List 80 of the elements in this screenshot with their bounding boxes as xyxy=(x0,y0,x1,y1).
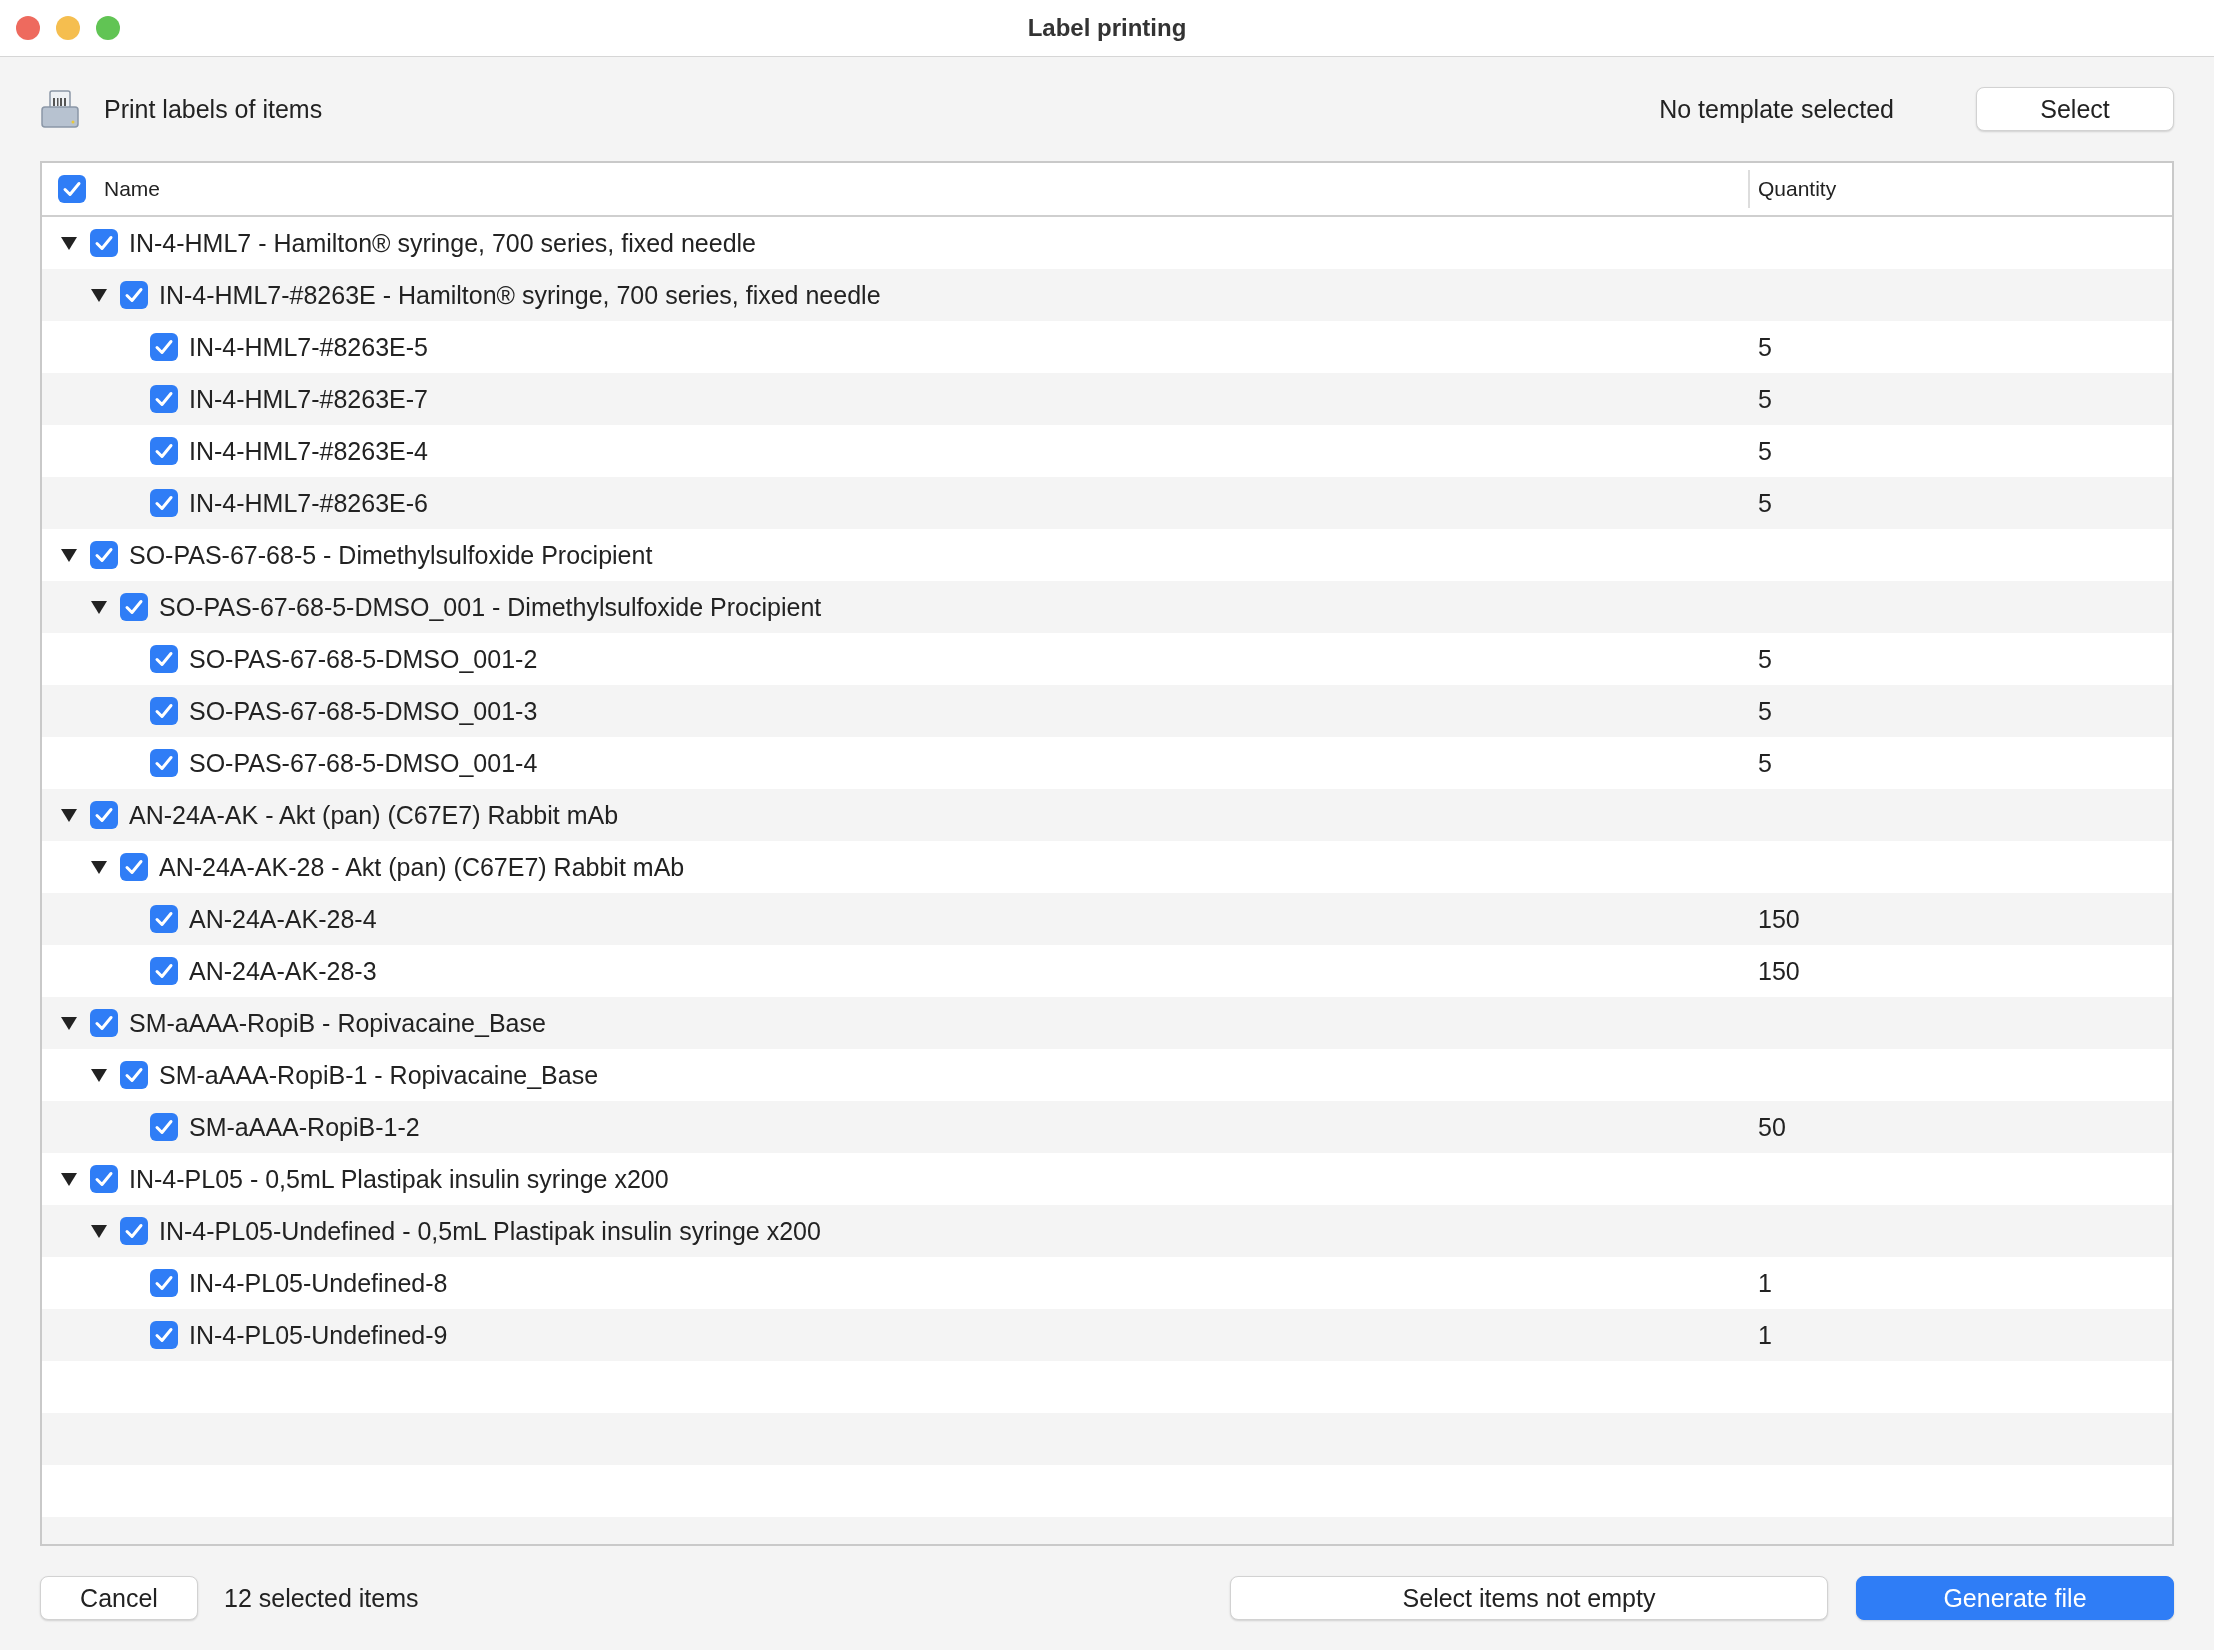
quantity-value: 5 xyxy=(1758,644,1772,673)
disclosure-triangle-icon[interactable] xyxy=(90,1067,108,1083)
item-name: IN-4-HML7-#8263E-6 xyxy=(189,488,428,518)
checkbox[interactable] xyxy=(150,645,178,673)
checkbox[interactable] xyxy=(150,437,178,465)
quantity-value: 5 xyxy=(1758,696,1772,725)
close-button[interactable] xyxy=(16,16,40,40)
item-name: SO-PAS-67-68-5-DMSO_001-3 xyxy=(189,696,538,726)
item-name: IN-4-PL05 - 0,5mL Plastipak insulin syringe x200 xyxy=(129,1164,669,1194)
checkbox[interactable] xyxy=(120,1061,148,1089)
quantity-value: 5 xyxy=(1758,384,1772,413)
disclosure-triangle-icon[interactable] xyxy=(90,287,108,303)
checkbox[interactable] xyxy=(150,697,178,725)
item-name: IN-4-HML7-#8263E-5 xyxy=(189,332,428,362)
checkbox[interactable] xyxy=(150,489,178,517)
quantity-value: 150 xyxy=(1758,904,1800,933)
window-title: Label printing xyxy=(1027,14,1187,42)
checkbox[interactable] xyxy=(120,853,148,881)
item-name: SM-aAAA-RopiB-1 - Ropivacaine_Base xyxy=(159,1060,599,1090)
column-header[interactable]: Quantity xyxy=(1758,177,1837,201)
item-name: AN-24A-AK-28 - Akt (pan) (C67E7) Rabbit mAb xyxy=(159,852,685,882)
checkbox[interactable] xyxy=(120,1217,148,1245)
item-name: IN-4-HML7-#8263E - Hamilton® syringe, 700 series, fixed needle xyxy=(159,280,881,310)
checkbox[interactable] xyxy=(150,749,178,777)
select-items-not-empty-button[interactable]: Select items not empty xyxy=(1230,1576,1828,1620)
item-name: SM-aAAA-RopiB-1-2 xyxy=(189,1112,420,1142)
disclosure-triangle-icon[interactable] xyxy=(90,1223,108,1239)
checkbox[interactable] xyxy=(150,957,178,985)
checkbox[interactable] xyxy=(150,1113,178,1141)
checkbox[interactable] xyxy=(150,1321,178,1349)
item-name: IN-4-HML7-#8263E-7 xyxy=(189,384,428,414)
quantity-value: 5 xyxy=(1758,332,1772,361)
quantity-value: 1 xyxy=(1758,1268,1772,1297)
template-status: No template selected xyxy=(1659,94,1894,124)
quantity-value: 50 xyxy=(1758,1112,1786,1141)
item-name: AN-24A-AK - Akt (pan) (C67E7) Rabbit mAb xyxy=(129,800,619,830)
disclosure-triangle-icon[interactable] xyxy=(60,1171,78,1187)
quantity-value: 150 xyxy=(1758,956,1800,985)
quantity-value: 1 xyxy=(1758,1320,1772,1349)
quantity-value: 5 xyxy=(1758,748,1772,777)
checkbox[interactable] xyxy=(90,541,118,569)
disclosure-triangle-icon[interactable] xyxy=(60,807,78,823)
checkbox[interactable] xyxy=(90,1009,118,1037)
item-name: IN-4-HML7-#8263E-4 xyxy=(189,436,428,466)
generate-file-button[interactable]: Generate file xyxy=(1856,1576,2174,1620)
checkbox[interactable] xyxy=(58,175,86,203)
checkbox[interactable] xyxy=(90,1165,118,1193)
item-name: IN-4-HML7 - Hamilton® syringe, 700 series, fixed needle xyxy=(129,228,756,258)
disclosure-triangle-icon[interactable] xyxy=(90,859,108,875)
checkbox[interactable] xyxy=(90,229,118,257)
cancel-button[interactable]: Cancel xyxy=(40,1576,198,1620)
quantity-value: 5 xyxy=(1758,488,1772,517)
item-name: SO-PAS-67-68-5-DMSO_001 - Dimethylsulfoxide Procipient xyxy=(159,592,822,622)
checkbox[interactable] xyxy=(120,593,148,621)
checkbox[interactable] xyxy=(90,801,118,829)
quantity-value: 5 xyxy=(1758,436,1772,465)
item-name: AN-24A-AK-28-3 xyxy=(189,956,377,986)
disclosure-triangle-icon[interactable] xyxy=(60,1015,78,1031)
checkbox[interactable] xyxy=(120,281,148,309)
checkbox[interactable] xyxy=(150,905,178,933)
label-printer-icon xyxy=(40,89,80,129)
checkbox[interactable] xyxy=(150,1269,178,1297)
item-name: IN-4-PL05-Undefined-8 xyxy=(189,1268,448,1298)
item-name: AN-24A-AK-28-4 xyxy=(189,904,377,934)
item-name: SO-PAS-67-68-5-DMSO_001-2 xyxy=(189,644,538,674)
item-name: IN-4-PL05-Undefined-9 xyxy=(189,1320,448,1350)
selection-count: 12 selected items xyxy=(224,1583,420,1613)
item-name: IN-4-PL05-Undefined - 0,5mL Plastipak insulin syringe x200 xyxy=(159,1216,821,1246)
zoom-button[interactable] xyxy=(96,16,120,40)
item-name: SM-aAAA-RopiB - Ropivacaine_Base xyxy=(129,1008,546,1038)
checkbox[interactable] xyxy=(150,333,178,361)
select-button[interactable]: Select xyxy=(1976,87,2174,131)
checkbox[interactable] xyxy=(150,385,178,413)
item-name: SO-PAS-67-68-5-DMSO_001-4 xyxy=(189,748,538,778)
disclosure-triangle-icon[interactable] xyxy=(60,547,78,563)
column-header[interactable]: Name xyxy=(104,177,161,201)
item-name: SO-PAS-67-68-5 - Dimethylsulfoxide Procipient xyxy=(129,540,653,570)
disclosure-triangle-icon[interactable] xyxy=(60,235,78,251)
dialog-heading: Print labels of items xyxy=(104,94,324,124)
disclosure-triangle-icon[interactable] xyxy=(90,599,108,615)
